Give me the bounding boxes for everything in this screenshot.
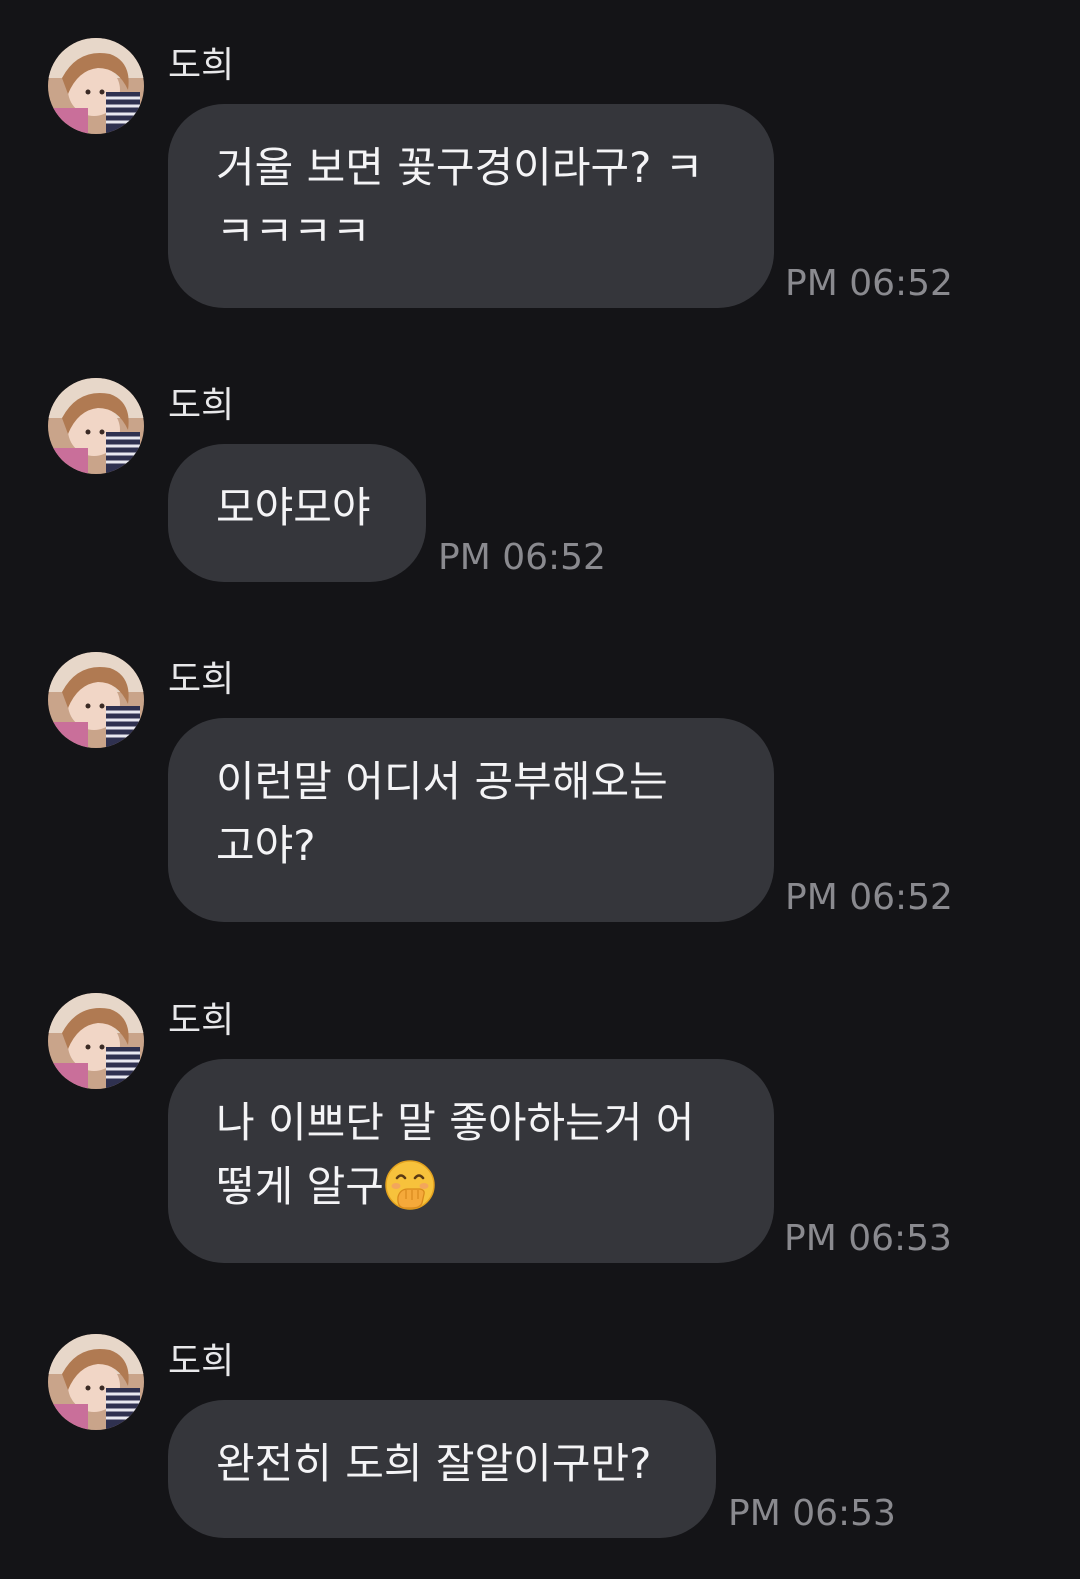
- message-timestamp: PM 06:52: [438, 537, 606, 578]
- message-group: 도희 모야모야 PM 06:52: [0, 378, 1080, 588]
- avatar-photo: [48, 378, 144, 474]
- message-timestamp: PM 06:53: [784, 1218, 952, 1259]
- message-group: 도희 거울 보면 꽃구경이라구? ㅋ ㅋㅋㅋㅋ PM 06:52: [0, 38, 1080, 318]
- face-with-hand-over-mouth-icon: [385, 1160, 435, 1210]
- message-group: 도희 이런말 어디서 공부해오는 고야? PM 06:52: [0, 652, 1080, 932]
- avatar[interactable]: [48, 1334, 144, 1430]
- message-bubble[interactable]: 나 이쁘단 말 좋아하는거 어 떻게 알구: [168, 1059, 774, 1263]
- message-bubble[interactable]: 이런말 어디서 공부해오는 고야?: [168, 718, 774, 922]
- sender-name: 도희: [168, 1341, 235, 1382]
- message-text: 거울 보면 꽃구경이라구? ㅋ ㅋㅋㅋㅋ: [216, 143, 704, 256]
- message-timestamp: PM 06:52: [785, 877, 953, 918]
- message-timestamp: PM 06:53: [728, 1493, 896, 1534]
- message-text-content: 나 이쁘단 말 좋아하는거 어 떻게 알구: [216, 1098, 695, 1211]
- message-bubble[interactable]: 거울 보면 꽃구경이라구? ㅋ ㅋㅋㅋㅋ: [168, 104, 774, 308]
- message-text: 이런말 어디서 공부해오는 고야?: [216, 757, 668, 870]
- sender-name: 도희: [168, 659, 235, 700]
- avatar-photo: [48, 38, 144, 134]
- message-group: 도희 나 이쁘단 말 좋아하는거 어 떻게 알구 PM 06:53: [0, 993, 1080, 1273]
- avatar[interactable]: [48, 993, 144, 1089]
- message-group: 도희 완전히 도희 잘알이구만? PM 06:53: [0, 1334, 1080, 1544]
- avatar[interactable]: [48, 378, 144, 474]
- sender-name: 도희: [168, 45, 235, 86]
- avatar-photo: [48, 1334, 144, 1430]
- message-bubble[interactable]: 완전히 도희 잘알이구만?: [168, 1400, 716, 1538]
- message-text: 모야모야: [216, 483, 371, 532]
- message-timestamp: PM 06:52: [785, 263, 953, 304]
- message-text: 완전히 도희 잘알이구만?: [216, 1439, 652, 1488]
- avatar-photo: [48, 652, 144, 748]
- avatar[interactable]: [48, 38, 144, 134]
- avatar-photo: [48, 993, 144, 1089]
- message-text: 나 이쁘단 말 좋아하는거 어 떻게 알구: [216, 1091, 726, 1219]
- sender-name: 도희: [168, 1000, 235, 1041]
- avatar[interactable]: [48, 652, 144, 748]
- message-bubble[interactable]: 모야모야: [168, 444, 426, 582]
- sender-name: 도희: [168, 385, 235, 426]
